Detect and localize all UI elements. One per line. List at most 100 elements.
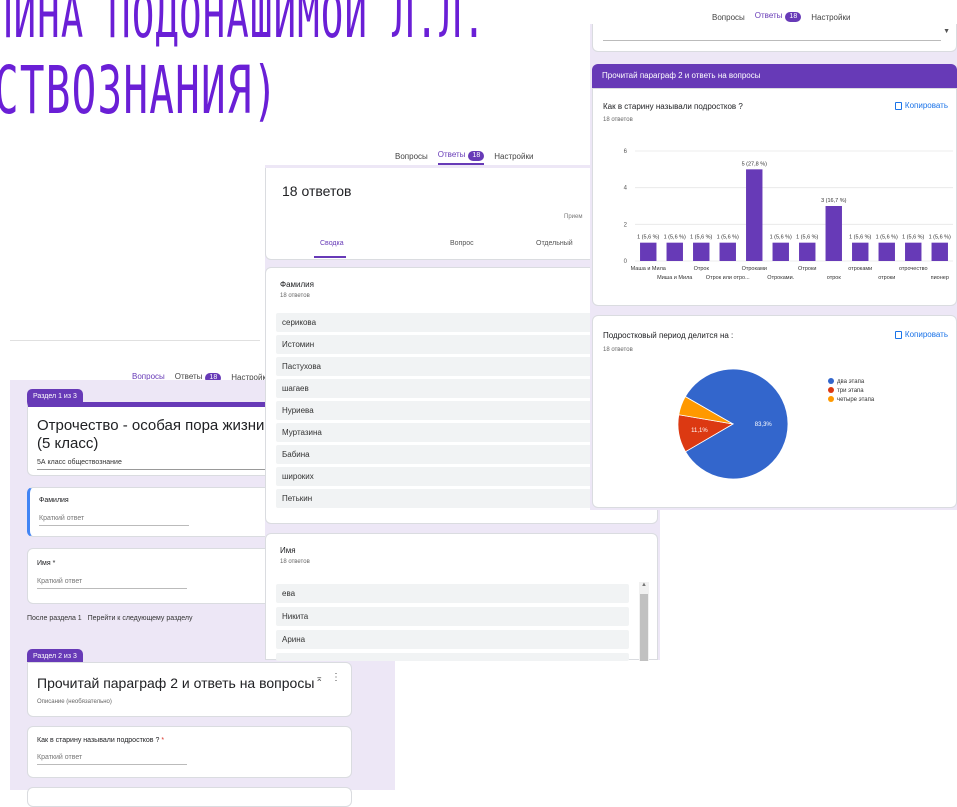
data-label: 1 (5,6 %) [929,235,951,241]
name-question-card[interactable]: Имя * Краткий ответ [27,548,272,604]
section2-title-card[interactable]: Прочитай параграф 2 и ответь на вопросы … [27,662,352,717]
old-name-short-answer[interactable]: Краткий ответ [37,754,82,761]
bar [825,206,842,261]
pie-chart-subtitle: 18 ответов [603,347,633,353]
bar [852,242,869,261]
surname-answer-underline [39,525,189,526]
old-name-question-card[interactable]: Как в старину называли подростков ? * Кр… [27,726,352,778]
tab-answers[interactable]: Ответы 18 [437,148,485,165]
data-label: 1 (5,6 %) [902,235,924,241]
tab-answers-label: Ответы [754,11,783,20]
copy-icon [894,330,902,339]
section2-description[interactable]: Описание (необязательно) [37,699,112,705]
surname-question-card[interactable]: Фамилия Краткий ответ [27,487,272,537]
tab-questions[interactable]: Вопросы [395,150,428,163]
x-tick-label: Отроки [798,266,816,272]
copy-button-label: Копировать [904,101,948,110]
data-label: 1 (5,6 %) [717,235,739,241]
pie-chart: 83,3% 11,1% [677,368,789,480]
section-header-title: Прочитай параграф 2 и ответь на вопросы [602,71,761,80]
name-answer-underline [37,588,187,589]
pie-chart-title: Подростковый период делится на : [603,331,734,340]
background-title-line1: ПИНА ПОДОНАШИМОЙ Л.Л. [0,0,487,52]
responses-count-title: 18 ответов [282,183,352,199]
data-label: 1 (5,6 %) [876,235,898,241]
form-title[interactable]: Отрочество - особая пора жизни (5 класс) [37,417,267,453]
section2-title[interactable]: Прочитай параграф 2 и ответь на вопросы [37,675,314,691]
dropdown-card[interactable]: ▼ [592,24,957,52]
bar [905,242,922,261]
tab-settings[interactable]: Настройки [494,150,533,163]
legend-item: два этапа [828,378,874,387]
bar [640,242,657,261]
background-title-line2: СТВОЗНАНИЯ) [0,52,279,129]
bar [799,242,816,261]
form-description[interactable]: 5А класс обществознание [37,459,122,466]
subtab-question[interactable]: Вопрос [450,240,474,247]
more-vert-icon[interactable]: ⋮ [331,672,341,683]
legend-dot [828,387,834,394]
after-section-row: После раздела 1 Перейти к следующему раз… [27,615,192,622]
copy-button-label: Копировать [904,330,948,339]
surname-short-answer[interactable]: Краткий ответ [39,515,84,522]
bar-chart-subtitle: 18 ответов [603,117,633,123]
old-name-answer-underline [37,764,187,765]
x-tick-label: отроки [878,275,895,281]
copy-button[interactable]: Копировать [894,101,948,110]
collapse-icon[interactable]: ⌅ [315,673,323,684]
responses-tabbar: Вопросы Ответы 18 Настройки [395,148,533,165]
bar-chart: 0 2 4 6 1 (5,6 %) Маша и Мила 1 (5,6 %) Миша и … [624,149,953,281]
bar-chart-title: Как в старину называли подростков ? [603,102,743,111]
chevron-down-icon[interactable]: ▼ [943,28,950,35]
subtab-summary[interactable]: Сводка [320,240,344,247]
x-tick-label: отрок [827,275,842,281]
surname-responses-count: 18 ответов [280,293,310,299]
x-tick-label: Отрок или отро... [706,275,750,281]
bar [878,242,895,261]
name-responses-count: 18 ответов [280,559,310,565]
bar [772,242,789,261]
x-tick-label: Маша и Мила [631,266,667,272]
legend-dot [828,378,834,385]
list-item: Никита [276,607,629,626]
legend-label: два этапа [837,379,865,385]
tab-settings[interactable]: Настройки [811,11,850,24]
bar-chart-card: Как в старину называли подростков ? 18 о… [592,88,957,306]
subtab-individual[interactable]: Отдельный [536,240,573,247]
tab-questions[interactable]: Вопросы [712,11,745,24]
subtab-summary-underline [314,256,346,258]
data-label: 1 (5,6 %) [690,235,712,241]
after-section-label: После раздела 1 [27,615,82,622]
data-label: 1 (5,6 %) [770,235,792,241]
list-item: Арина [276,630,629,649]
surname-question-label: Фамилия [39,497,69,504]
name-responses-title: Имя [280,546,296,555]
form-title-card[interactable]: Отрочество - особая пора жизни (5 класс)… [27,402,277,476]
legend-label: три этапа [837,388,864,394]
after-section-action[interactable]: Перейти к следующему разделу [88,615,193,622]
list-item [276,653,629,661]
bar [693,242,710,261]
data-label: 1 (5,6 %) [664,235,686,241]
required-mark: * [161,737,165,744]
next-question-card[interactable] [27,787,352,807]
x-tick-label: Отроками [742,266,767,272]
copy-button[interactable]: Копировать [894,330,948,339]
answers-badge: 18 [468,151,485,161]
scroll-up-icon[interactable]: ▲ [639,582,649,588]
section-header-bar: Прочитай параграф 2 и ответь на вопросы [592,64,957,88]
x-tick-label: пионер [931,275,949,281]
x-tick-label: Миша и Мила [657,275,693,281]
scrollbar[interactable]: ▲ [639,582,649,661]
scrollbar-thumb[interactable] [640,594,648,661]
y-tick-label: 2 [624,222,628,228]
bar [719,242,736,261]
old-name-question-label: Как в старину называли подростков ? [37,737,160,744]
y-tick-label: 0 [624,259,628,265]
answers-badge: 18 [785,12,802,22]
name-responses-card: Имя 18 ответов ева Никита Арина ▲ [265,533,658,661]
name-short-answer[interactable]: Краткий ответ [37,578,82,585]
legend-item: четыре этапа [828,396,874,405]
pie-legend: два этапа три этапа четыре этапа [828,378,874,405]
pie-chart-card: Подростковый период делится на : 18 отве… [592,315,957,508]
